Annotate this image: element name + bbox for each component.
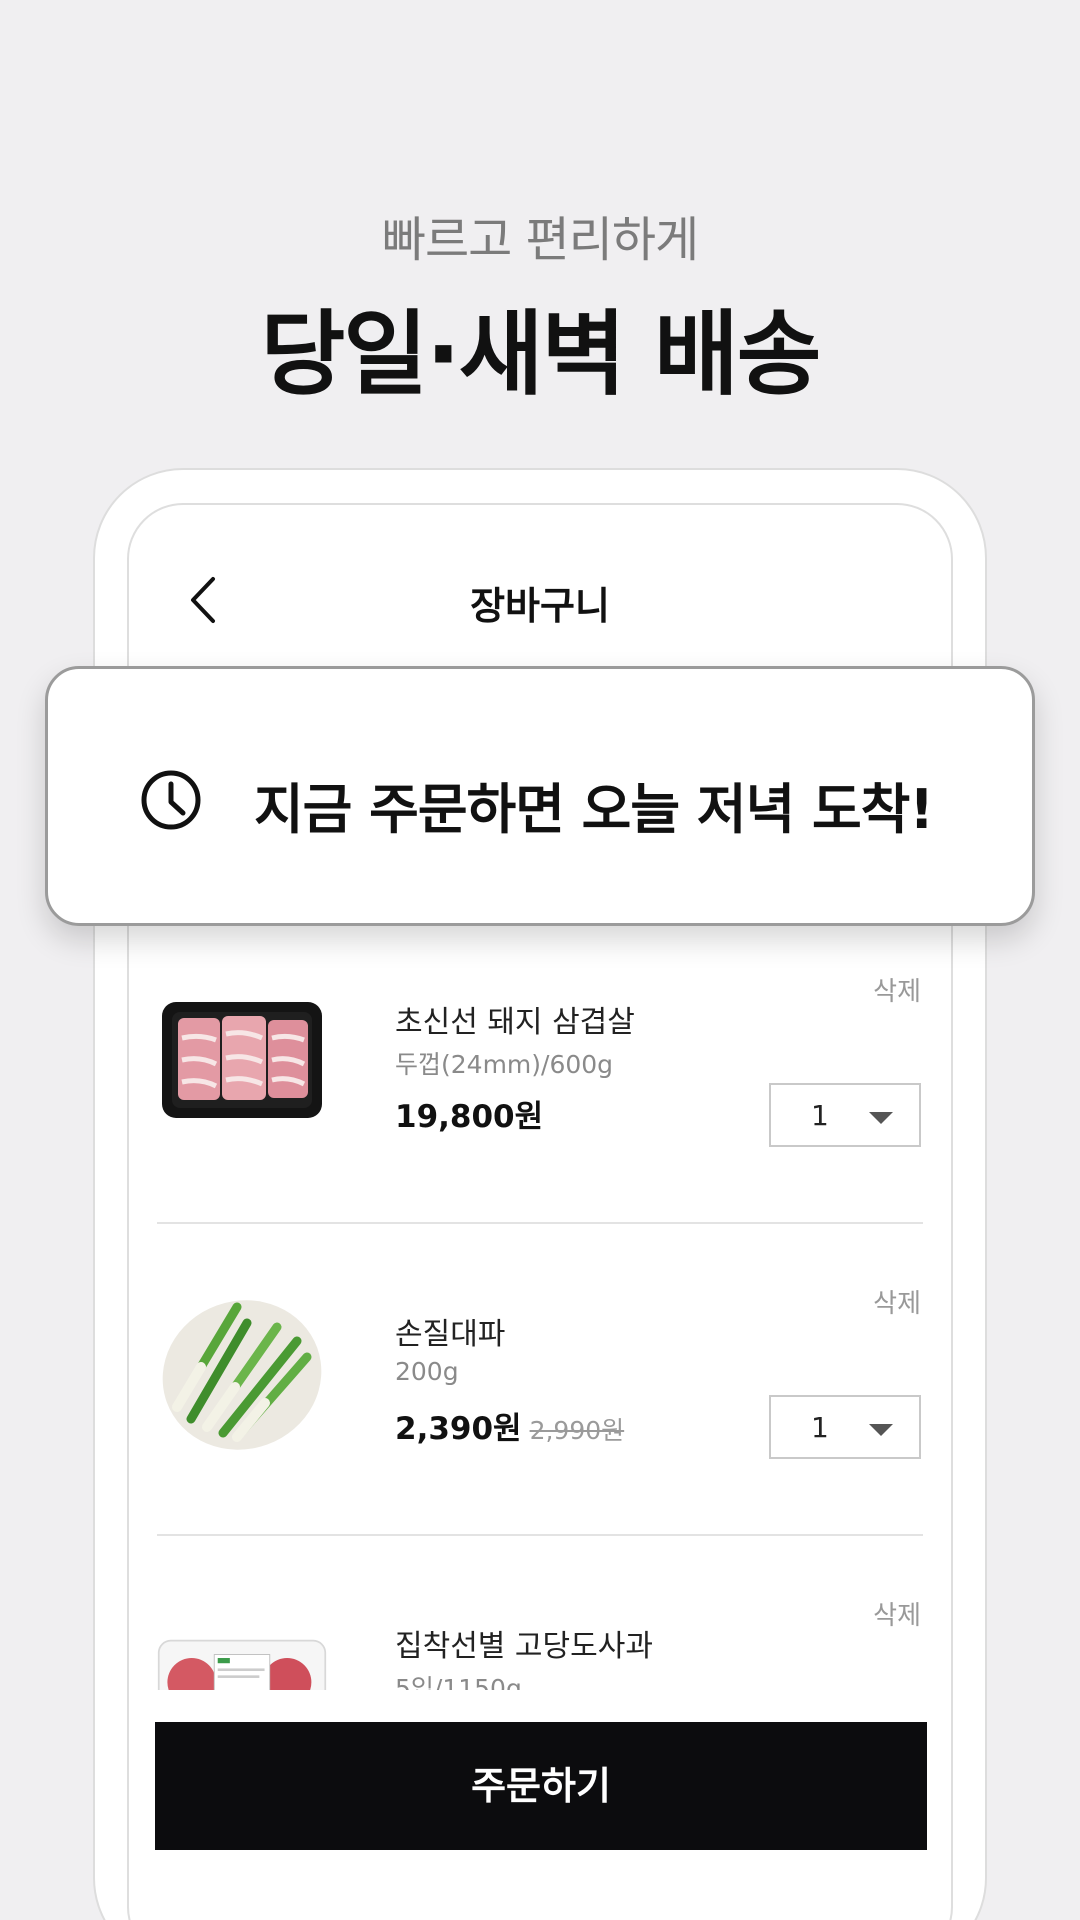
cart-item-apple: 집착선별 고당도사과 5입/1150g 삭제 [129,1569,951,1690]
quantity-value: 1 [811,1099,829,1132]
product-image-green-onion[interactable] [157,1287,327,1457]
product-option: 5입/1150g [395,1674,522,1690]
product-option: 200g [395,1357,459,1386]
delivery-notice-text: 지금 주문하면 오늘 저녁 도착! [254,778,934,841]
cart-item-pork-belly: 초신선 돼지 삼겹살 두껍(24mm)/600g 19,800원 삭제 1 [129,945,951,1257]
price-row: 19,800원 [395,1091,543,1136]
delete-button[interactable]: 삭제 [873,1595,921,1632]
item-divider [157,1222,923,1224]
order-button[interactable]: 주문하기 [155,1722,927,1850]
top-bar: 장바구니 [129,505,951,685]
product-name[interactable]: 초신선 돼지 삼겹살 [395,997,635,1041]
quantity-select[interactable]: 1 [769,1083,921,1147]
caret-down-icon [869,1112,893,1124]
product-name[interactable]: 손질대파 [395,1309,505,1353]
clock-icon [141,770,201,830]
promo-title: 당일·새벽 배송 [260,301,822,408]
original-price: 2,990원 [529,1416,625,1445]
delivery-notice-card: 지금 주문하면 오늘 저녁 도착! [45,666,1035,926]
quantity-value: 1 [811,1411,829,1444]
product-name[interactable]: 집착선별 고당도사과 [395,1621,653,1665]
delete-button[interactable]: 삭제 [873,971,921,1008]
item-divider [157,1534,923,1536]
page-title: 장바구니 [470,584,610,628]
app-store-screenshot: 빠르고 편리하게 당일·새벽 배송 장바구니 초신선 돼지 삼겹살 두껍(24m… [0,0,1080,1920]
product-image-apple[interactable] [157,1627,327,1690]
delete-button[interactable]: 삭제 [873,1283,921,1320]
promo-subtitle: 빠르고 편리하게 [381,212,699,268]
product-price: 19,800원 [395,1099,544,1135]
quantity-select[interactable]: 1 [769,1395,921,1459]
price-row: 2,390원 2,990원 [395,1403,624,1448]
product-option: 두껍(24mm)/600g [395,1050,614,1079]
caret-down-icon [869,1424,893,1436]
product-image-pork-belly[interactable] [157,975,327,1145]
cart-item-green-onion: 손질대파 200g 2,390원 2,990원 삭제 1 [129,1257,951,1569]
cart-item-list[interactable]: 초신선 돼지 삼겹살 두껍(24mm)/600g 19,800원 삭제 1 손질… [129,945,951,1690]
product-price: 2,390원 [395,1411,522,1447]
